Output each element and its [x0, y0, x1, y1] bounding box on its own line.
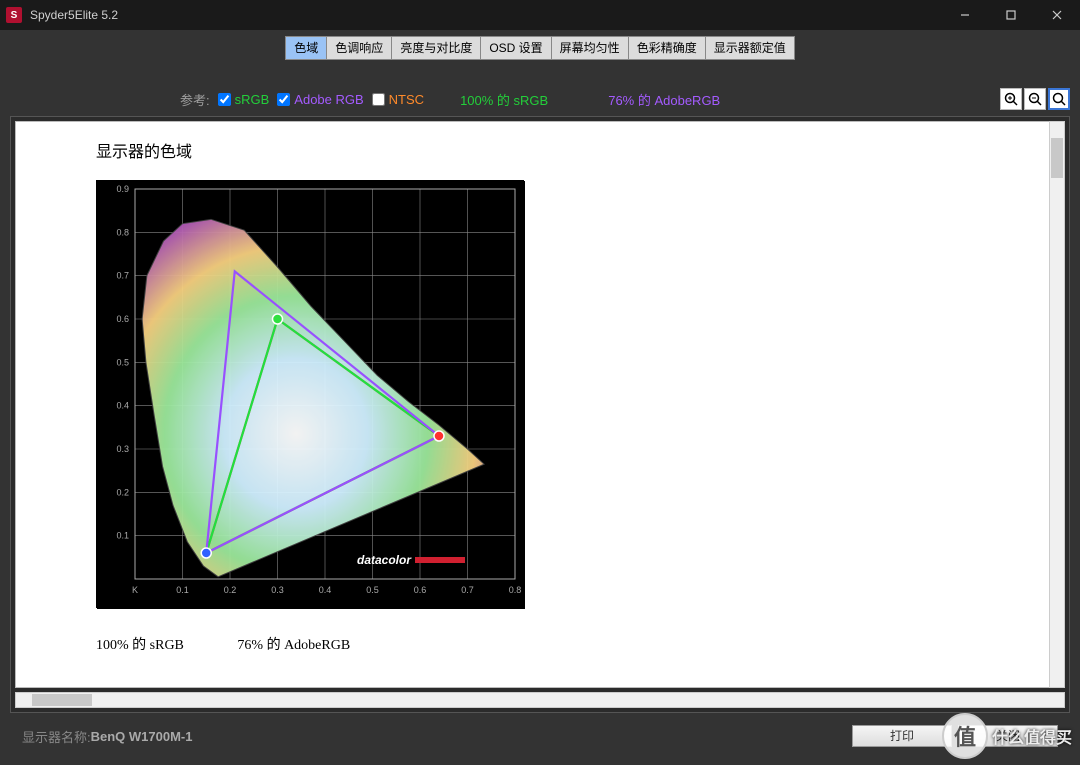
monitor-name-label: 显示器名称: [22, 727, 91, 746]
options-toolbar: 参考: sRGB Adobe RGB NTSC 100% 的 sRGB 76% … [10, 88, 1070, 110]
reference-label: 参考: [180, 90, 210, 109]
report-panel: 显示器的色域 K 0.1 0.2 0.3 0.4 0.5 0.6 0.7 0.8 0.1 0.2 0.… [15, 121, 1065, 688]
svg-text:0.4: 0.4 [319, 585, 332, 595]
adobergb-label: Adobe RGB [294, 92, 363, 107]
svg-text:0.2: 0.2 [224, 585, 237, 595]
footer-bar: 显示器名称: BenQ W1700M-1 打印 关闭 [10, 713, 1070, 759]
title-bar: S Spyder5Elite 5.2 [0, 0, 1080, 30]
svg-text:0.9: 0.9 [116, 184, 129, 194]
svg-text:0.8: 0.8 [116, 227, 129, 237]
tab-0[interactable]: 色域 [285, 36, 327, 60]
result-summary: 100% 的 sRGB 76% 的 AdobeRGB [96, 634, 1064, 654]
report-title: 显示器的色域 [96, 138, 1064, 162]
svg-text:0.2: 0.2 [116, 487, 129, 497]
tab-2[interactable]: 亮度与对比度 [392, 36, 481, 60]
svg-text:0.8: 0.8 [509, 585, 522, 595]
svg-text:0.7: 0.7 [461, 585, 474, 595]
monitor-name-value: BenQ W1700M-1 [91, 729, 193, 744]
svg-text:0.1: 0.1 [116, 531, 129, 541]
svg-text:0.5: 0.5 [116, 357, 129, 367]
maximize-button[interactable] [988, 0, 1034, 30]
minimize-button[interactable] [942, 0, 988, 30]
app-icon: S [6, 7, 22, 23]
print-button[interactable]: 打印 [852, 725, 952, 747]
svg-text:K: K [132, 585, 138, 595]
gamut-chart: K 0.1 0.2 0.3 0.4 0.5 0.6 0.7 0.8 0.1 0.2 0.3 0.4 0.5… [96, 180, 524, 608]
svg-text:0.1: 0.1 [176, 585, 189, 595]
content-frame: 显示器的色域 K 0.1 0.2 0.3 0.4 0.5 0.6 0.7 0.8 0.1 0.2 0.… [10, 116, 1070, 713]
close-dialog-button[interactable]: 关闭 [958, 725, 1058, 747]
srgb-label: sRGB [235, 92, 270, 107]
vertical-scrollbar[interactable] [1049, 121, 1065, 688]
svg-text:0.4: 0.4 [116, 401, 129, 411]
svg-text:0.3: 0.3 [271, 585, 284, 595]
horizontal-scrollbar[interactable] [15, 692, 1065, 708]
result-srgb: 100% 的 sRGB [96, 638, 184, 653]
svg-text:0.6: 0.6 [414, 585, 427, 595]
svg-text:0.3: 0.3 [116, 444, 129, 454]
svg-text:0.6: 0.6 [116, 314, 129, 324]
tab-1[interactable]: 色调响应 [327, 36, 392, 60]
svg-text:0.7: 0.7 [116, 271, 129, 281]
tab-5[interactable]: 色彩精确度 [629, 36, 706, 60]
ntsc-checkbox[interactable] [372, 93, 385, 106]
adobergb-checkbox[interactable] [277, 93, 290, 106]
tab-3[interactable]: OSD 设置 [481, 36, 551, 60]
window-title: Spyder5Elite 5.2 [30, 8, 118, 22]
tab-6[interactable]: 显示器额定值 [706, 36, 795, 60]
zoom-in-button[interactable] [1000, 88, 1022, 110]
result-adobergb: 76% 的 AdobeRGB [237, 638, 350, 653]
srgb-checkbox[interactable] [218, 93, 231, 106]
svg-text:0.5: 0.5 [366, 585, 379, 595]
close-button[interactable] [1034, 0, 1080, 30]
svg-text:datacolor: datacolor [357, 553, 412, 567]
tab-strip: 色域色调响应亮度与对比度OSD 设置屏幕均匀性色彩精确度显示器额定值 [10, 36, 1070, 60]
zoom-reset-button[interactable] [1048, 88, 1070, 110]
zoom-out-button[interactable] [1024, 88, 1046, 110]
srgb-percent: 100% 的 sRGB [460, 90, 548, 109]
adobergb-percent: 76% 的 AdobeRGB [608, 90, 720, 109]
tab-4[interactable]: 屏幕均匀性 [552, 36, 629, 60]
ntsc-label: NTSC [389, 92, 424, 107]
